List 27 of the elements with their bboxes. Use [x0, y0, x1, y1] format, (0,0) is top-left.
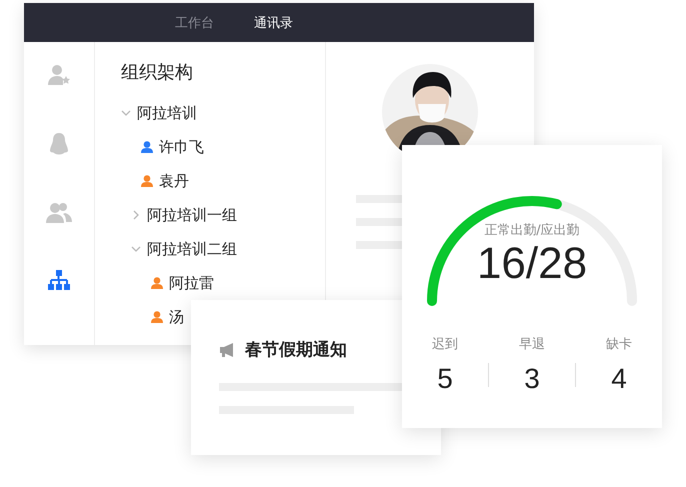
department-name[interactable]: 阿拉培训	[137, 104, 197, 122]
tree-title: 组织架构	[121, 61, 194, 84]
member-name[interactable]: 阿拉雷	[169, 274, 214, 292]
gauge-caption: 正常出勤/应出勤	[484, 222, 580, 239]
member-name[interactable]: 汤	[169, 308, 184, 326]
nav-tab[interactable]: 工作台	[175, 14, 214, 32]
stat-value: 5	[437, 363, 453, 395]
stat-label: 早退	[519, 336, 545, 353]
org-chart-icon[interactable]	[48, 270, 70, 290]
penguin-icon[interactable]	[49, 132, 69, 156]
megaphone-icon	[219, 342, 235, 356]
chevron-down-icon[interactable]	[131, 244, 141, 254]
attendance-count: 16/28	[476, 239, 588, 289]
notice-title[interactable]: 春节假期通知	[245, 338, 347, 361]
people-icon[interactable]	[46, 202, 72, 224]
stat-value: 4	[611, 363, 627, 395]
chevron-down-icon[interactable]	[121, 108, 131, 118]
stat-label: 缺卡	[606, 336, 632, 353]
stat-value: 3	[524, 363, 540, 395]
chevron-right-icon[interactable]	[131, 210, 141, 220]
contact-star-icon[interactable]	[47, 64, 71, 86]
member-name[interactable]: 袁丹	[159, 172, 189, 190]
nav-tab[interactable]: 通讯录	[254, 14, 293, 32]
stat-label: 迟到	[432, 336, 458, 353]
department-name[interactable]: 阿拉培训一组	[147, 206, 237, 224]
member-name[interactable]: 许巾飞	[159, 138, 204, 156]
department-name[interactable]: 阿拉培训二组	[147, 240, 237, 258]
